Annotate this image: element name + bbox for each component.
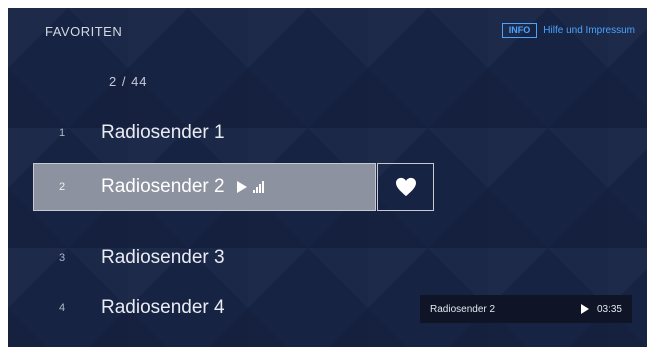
list-item-name: Radiosender 3 <box>101 247 225 268</box>
info-badge[interactable]: INFO <box>501 23 538 38</box>
list-item[interactable]: 1 Radiosender 1 <box>45 109 225 157</box>
list-item[interactable]: 3 Radiosender 3 <box>45 234 225 282</box>
heart-icon <box>395 177 416 197</box>
now-playing-bar[interactable]: Radiosender 2 03:35 <box>420 295 632 323</box>
list-item-number: 4 <box>59 302 66 314</box>
list-item-number: 1 <box>59 127 66 139</box>
play-icon <box>580 304 589 314</box>
list-item-name: Radiosender 1 <box>101 122 225 143</box>
info-help-link[interactable]: INFO Hilfe und Impressum <box>501 23 635 38</box>
list-item-number: 3 <box>59 252 66 264</box>
radio-screen: FAVORITEN INFO Hilfe und Impressum 2 / 4… <box>8 8 647 347</box>
signal-icon <box>252 181 264 193</box>
list-item[interactable]: 4 Radiosender 4 <box>45 284 225 332</box>
page-title: FAVORITEN <box>45 24 123 39</box>
info-help-text[interactable]: Hilfe und Impressum <box>543 25 635 36</box>
list-item-selected[interactable]: 2 Radiosender 2 <box>33 163 376 211</box>
list-item-name: Radiosender 2 <box>101 176 225 197</box>
favorite-button[interactable] <box>377 163 434 211</box>
list-item-number: 2 <box>59 181 66 193</box>
now-playing-station: Radiosender 2 <box>430 303 496 315</box>
now-playing-time: 03:35 <box>596 303 622 315</box>
play-icon <box>236 181 247 193</box>
page-indicator: 2 / 44 <box>109 74 148 89</box>
list-item-name: Radiosender 4 <box>101 297 225 318</box>
